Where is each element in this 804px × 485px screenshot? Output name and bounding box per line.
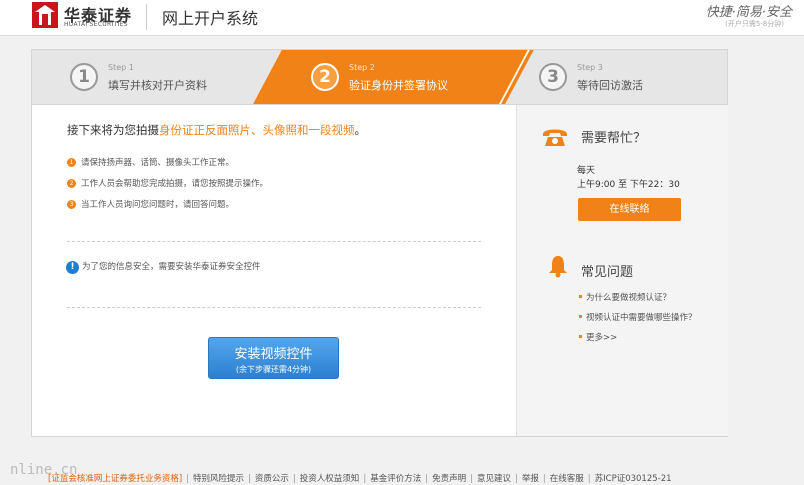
instruction-list: 1 请保持扬声器、话筒、摄像头工作正常。 2 工作人员会帮助您完成拍摄，请您按照… xyxy=(67,157,268,220)
step-1-label: Step 1 xyxy=(108,63,134,72)
security-notice-text: 为了您的信息安全，需要安装华泰证券安全控件 xyxy=(82,262,261,272)
faq-bullet xyxy=(579,295,582,298)
footer-separator: | xyxy=(514,474,518,484)
instruction-number: 1 xyxy=(67,158,76,167)
instruction-item: 2 工作人员会帮助您完成拍摄，请您按照提示操作。 xyxy=(67,178,268,199)
huatai-logo[interactable]: 华泰证券 HUATAI SECURITIES xyxy=(32,2,137,32)
footer-icp: 苏ICP证030125-21 xyxy=(594,474,672,484)
brand-name-en: HUATAI SECURITIES xyxy=(64,21,128,28)
step-3-number: 3 xyxy=(539,63,567,91)
footer-separator: | xyxy=(542,474,546,484)
footer-link-investor-rights[interactable]: 投资人权益须知 xyxy=(300,474,360,484)
install-button-subtext: (余下步骤还需4分钟) xyxy=(235,365,312,374)
intro-text: 接下来将为您拍摄身份证正反面照片、头像照和一段视频。 xyxy=(67,122,366,138)
slogan: 快捷·简易·安全 xyxy=(705,5,792,20)
step-3-text: 等待回访激活 xyxy=(577,79,643,92)
footer-separator: | xyxy=(186,474,190,484)
instruction-text: 请保持扬声器、话筒、摄像头工作正常。 xyxy=(81,158,235,168)
instruction-text: 工作人员会帮助您完成拍摄，请您按照提示操作。 xyxy=(81,179,269,189)
footer-links: [证监会核准网上证券委托业务资格] | 特别风险提示 | 资质公示 | 投资人权益须知 | 基金… xyxy=(48,472,672,484)
footer-separator: | xyxy=(248,474,251,484)
instruction-item: 1 请保持扬声器、话筒、摄像头工作正常。 xyxy=(67,157,268,178)
top-header: 华泰证券 HUATAI SECURITIES 网上开户系统 快捷·简易·安全 (… xyxy=(0,0,804,36)
bell-icon xyxy=(549,256,567,278)
step-1-text: 填写并核对开户资料 xyxy=(108,79,207,92)
footer-link-qualification[interactable]: 资质公示 xyxy=(255,474,289,484)
footer-link-fund-evaluation[interactable]: 基金评价方法 xyxy=(370,474,421,484)
header-divider xyxy=(146,4,147,30)
step-progress-bar: 1 Step 1 填写并核对开户资料 2 Step 2 验证身份并签署协议 3 … xyxy=(31,49,728,105)
step-2-label: Step 2 xyxy=(349,63,375,72)
content-area: 接下来将为您拍摄身份证正反面照片、头像照和一段视频。 1 请保持扬声器、话筒、摄… xyxy=(32,105,516,436)
divider xyxy=(67,241,481,242)
install-video-control-button[interactable]: 安装视频控件 (余下步骤还需4分钟) xyxy=(208,337,339,379)
slogan-subtext: (开户只需5-8分钟) xyxy=(725,20,784,28)
instruction-number: 2 xyxy=(67,179,76,188)
step-1-number: 1 xyxy=(70,63,98,91)
footer-separator: | xyxy=(425,474,429,484)
instruction-item: 3 当工作人员询问您问题时，请回答问题。 xyxy=(67,199,268,220)
intro-highlight: 身份证正反面照片、头像照和一段视频 xyxy=(159,123,355,137)
faq-link-text: 为什么要做视频认证？ xyxy=(586,293,672,303)
faq-list: 为什么要做视频认证？ 视频认证中需要做哪些操作？ 更多>> xyxy=(579,291,697,351)
footer-separator: | xyxy=(470,474,473,484)
help-hours: 上午9:00 至 下午22：30 xyxy=(577,180,680,190)
security-notice: ! 为了您的信息安全，需要安装华泰证券安全控件 xyxy=(66,261,261,274)
footer-separator: | xyxy=(587,474,591,484)
footer-link-report[interactable]: 举报 xyxy=(522,474,539,484)
online-contact-button[interactable]: 在线联络 xyxy=(578,198,681,221)
footer-link-disclaimer[interactable]: 免责声明 xyxy=(432,474,466,484)
system-title: 网上开户系统 xyxy=(162,9,259,28)
footer-separator: | xyxy=(292,474,296,484)
footer-link-risk[interactable]: 特别风险提示 xyxy=(193,474,244,484)
install-button-label: 安装视频控件 xyxy=(234,347,313,362)
divider xyxy=(67,307,481,308)
help-title: 需要帮忙？ xyxy=(581,131,647,146)
faq-link-text: 视频认证中需要做哪些操作？ xyxy=(586,313,697,323)
instruction-number: 3 xyxy=(67,200,76,209)
faq-link[interactable]: 为什么要做视频认证？ xyxy=(579,291,697,311)
telephone-icon xyxy=(543,129,567,146)
step-3-label: Step 3 xyxy=(577,63,603,72)
huatai-logo-mark-icon xyxy=(32,2,58,28)
intro-prefix: 接下来将为您拍摄 xyxy=(67,123,159,137)
footer-separator: | xyxy=(363,474,367,484)
help-sidebar: 需要帮忙？ 每天 上午9:00 至 下午22：30 在线联络 常见问题 为什么要… xyxy=(516,105,728,436)
step-2-text: 验证身份并签署协议 xyxy=(349,79,448,92)
faq-bullet xyxy=(579,335,582,338)
faq-link[interactable]: 视频认证中需要做哪些操作？ xyxy=(579,311,697,331)
footer-link-license[interactable]: [证监会核准网上证券委托业务资格] xyxy=(48,474,182,484)
footer-link-online-service[interactable]: 在线客服 xyxy=(550,474,584,484)
step-2-number: 2 xyxy=(311,63,339,91)
help-days: 每天 xyxy=(577,166,596,176)
faq-title: 常见问题 xyxy=(581,265,634,280)
faq-bullet xyxy=(579,315,582,318)
info-icon: ! xyxy=(66,261,79,274)
intro-suffix: 。 xyxy=(354,123,367,137)
instruction-text: 当工作人员询问您问题时，请回答问题。 xyxy=(81,200,235,210)
footer-link-feedback[interactable]: 意见建议 xyxy=(477,474,511,484)
main-panel: 接下来将为您拍摄身份证正反面照片、头像照和一段视频。 1 请保持扬声器、话筒、摄… xyxy=(31,105,728,437)
faq-more-link[interactable]: 更多>> xyxy=(579,331,697,351)
faq-link-text: 更多>> xyxy=(586,333,618,343)
